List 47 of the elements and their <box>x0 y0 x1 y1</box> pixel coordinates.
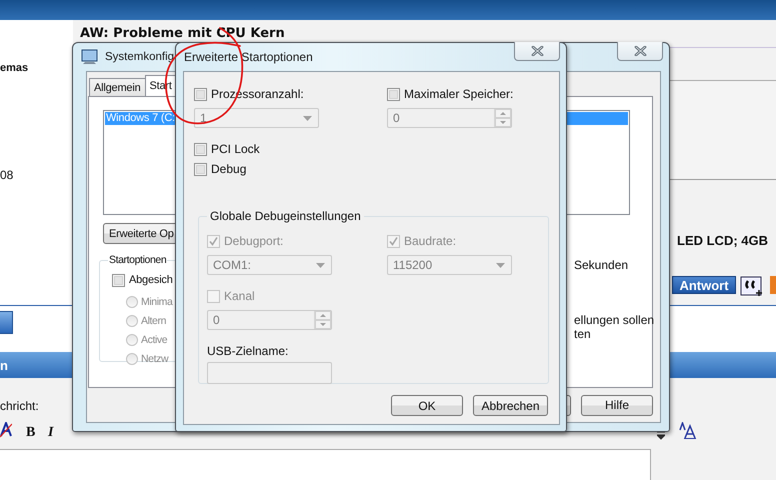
window-title: Erweiterte Startoptionen <box>184 50 313 64</box>
checkbox-label: Debug <box>211 162 246 176</box>
checkbox-label: Kanal <box>224 289 255 303</box>
unit-label: Sekunden <box>574 258 628 272</box>
close-icon[interactable] <box>530 46 544 56</box>
radio-label: Altern <box>141 314 166 326</box>
section-title: n <box>0 358 8 372</box>
group-title: Globale Debugeinstellungen <box>209 209 362 223</box>
note-text: ellungen sollen <box>574 313 654 327</box>
checkbox[interactable] <box>194 142 207 156</box>
checkbox[interactable] <box>387 88 400 100</box>
format-button[interactable]: B <box>26 425 36 441</box>
field-label: USB-Zielname: <box>207 344 290 358</box>
format-button[interactable]: I <box>48 425 54 441</box>
checkbox[interactable] <box>194 162 207 176</box>
collapse-icon[interactable] <box>657 432 665 441</box>
radio-label: Active <box>141 334 168 346</box>
ok-button[interactable]: OK <box>391 395 463 416</box>
quote-icon[interactable] <box>740 276 764 296</box>
close-button[interactable] <box>514 42 560 61</box>
checkbox[interactable] <box>112 274 125 286</box>
close-button[interactable] <box>617 42 663 61</box>
window-title: Systemkonfig <box>105 51 174 63</box>
note-text: ten <box>574 327 591 341</box>
checkbox-label: Baudrate: <box>404 234 456 248</box>
checkbox-label: PCI Lock <box>211 142 260 156</box>
close-icon[interactable] <box>632 46 648 56</box>
sidebar-text: emas <box>0 62 28 74</box>
font-style-icon[interactable] <box>0 422 12 438</box>
sidebar-text: 08 <box>0 168 14 182</box>
button-edge[interactable] <box>0 311 13 334</box>
checkbox[interactable] <box>194 88 207 100</box>
group-title: Startoptionen <box>108 254 168 266</box>
computer-icon <box>81 49 99 65</box>
checkbox-label: Debugport: <box>224 234 284 248</box>
post-text: LED LCD; 4GB <box>677 233 768 248</box>
tab[interactable]: Allgemein <box>89 78 146 96</box>
message-label: chricht: <box>0 399 39 413</box>
checkbox-label: Abgesich <box>129 274 173 286</box>
reply-button[interactable]: Antwort <box>672 276 736 294</box>
font-size-icon[interactable] <box>679 422 697 439</box>
checkbox-label: Maximaler Speicher: <box>404 87 514 101</box>
message-editor[interactable] <box>0 449 651 480</box>
radio-label: Minima <box>141 296 172 308</box>
radio-label: Netzw <box>141 352 168 364</box>
cancel-button[interactable]: Abbrechen <box>473 395 548 416</box>
help-button[interactable]: Hilfe <box>581 394 653 416</box>
